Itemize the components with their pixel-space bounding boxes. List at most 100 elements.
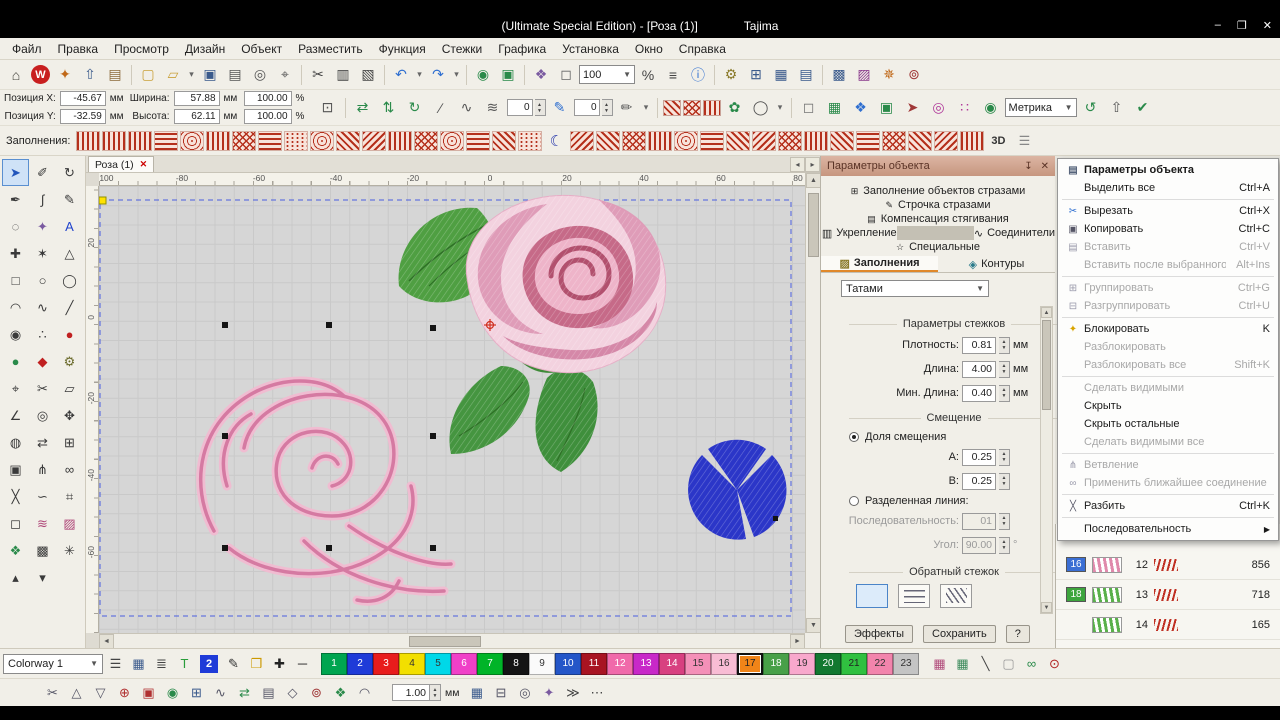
line-tool[interactable]: ╱ — [56, 294, 83, 321]
context-menu-item-2[interactable]: Выделить все Ctrl+A — [1058, 179, 1278, 197]
context-menu-item-12[interactable]: Сделать видимыми — [1058, 379, 1278, 397]
context-menu-item-1[interactable]: ▤ Параметры объекта — [1058, 161, 1278, 179]
context-menu-item-4[interactable]: ▣ Копировать Ctrl+C — [1058, 220, 1278, 238]
color-cycle-icon[interactable]: ∞ — [1021, 653, 1042, 674]
spiral-tool[interactable]: ◉ — [2, 321, 29, 348]
export-machine-icon[interactable]: ⇧ — [1105, 96, 1129, 120]
slice-tool[interactable]: ╳ — [2, 483, 29, 510]
save-icon[interactable]: ▣ — [198, 63, 222, 87]
sequence-row[interactable]: 14 165 — [1056, 610, 1280, 640]
offset-b-spinner[interactable] — [999, 472, 1010, 490]
no-color-icon[interactable]: ╲ — [975, 653, 996, 674]
panel-scroll-up-icon[interactable]: ▲ — [1041, 307, 1052, 318]
color-swatch-19[interactable]: 19 — [789, 652, 815, 675]
fill-pattern-3[interactable] — [128, 130, 153, 151]
color-swatch-11[interactable]: 11 — [581, 652, 607, 675]
lock-ratio-icon[interactable]: ⊡ — [316, 96, 340, 120]
context-menu-item-9[interactable]: ✦ Блокировать K — [1058, 320, 1278, 338]
angle-input[interactable]: 90.00 — [962, 536, 996, 554]
fill-pattern-14[interactable] — [414, 130, 439, 151]
menu-item-6[interactable]: Разместить — [290, 40, 371, 58]
close-button[interactable]: ✕ — [1263, 19, 1272, 32]
color-swatch-4[interactable]: 4 — [399, 652, 425, 675]
mannequin-icon[interactable]: ❖ — [529, 63, 553, 87]
shape-menu-icon[interactable]: ▾ — [641, 96, 652, 120]
color-swatch-20[interactable]: 20 — [815, 652, 841, 675]
menu-item-7[interactable]: Функция — [371, 40, 434, 58]
fill-menu-icon[interactable]: ☰ — [1012, 131, 1036, 151]
fill-pattern-1[interactable] — [76, 130, 101, 151]
grid-toggle-icon[interactable]: ⊞ — [186, 682, 207, 703]
density-input[interactable]: 0.81 — [962, 336, 996, 354]
order-up-tool[interactable]: ▴ — [2, 564, 29, 591]
shapes-tool[interactable]: ✚ — [2, 240, 29, 267]
panel-scrollbar[interactable]: ▲ ▼ — [1040, 306, 1053, 614]
jump-tool[interactable]: ● — [56, 321, 83, 348]
panel-scroll-thumb[interactable] — [1042, 320, 1051, 410]
menu-item-10[interactable]: Установка — [554, 40, 627, 58]
grid-view-icon[interactable]: ▦ — [769, 63, 793, 87]
color-pen-icon[interactable]: ✎ — [223, 653, 244, 674]
fill-pattern-30[interactable] — [856, 130, 881, 151]
fill-pattern-6[interactable] — [206, 130, 231, 151]
tab-fills[interactable]: ▨ Заполнения — [821, 256, 938, 272]
order-down-tool[interactable]: ▾ — [29, 564, 56, 591]
min-length-input[interactable]: 0.40 — [962, 384, 996, 402]
density-spinner[interactable] — [999, 336, 1010, 354]
menu-item-1[interactable]: Файл — [4, 40, 50, 58]
angle-spinner[interactable] — [999, 536, 1010, 554]
fill-tool[interactable]: ▨ — [56, 510, 83, 537]
fill-pattern-21[interactable] — [622, 130, 647, 151]
node-select-tool[interactable]: ✐ — [29, 159, 56, 186]
freehand-tool[interactable]: ✎ — [56, 186, 83, 213]
sequence-row[interactable]: 18 13 718 — [1056, 580, 1280, 610]
needle-down-icon[interactable]: ▽ — [90, 682, 111, 703]
density-map-icon[interactable]: ❖ — [849, 96, 873, 120]
slant-icon[interactable]: ∕ — [429, 96, 453, 120]
menu-item-11[interactable]: Окно — [627, 40, 671, 58]
eyedropper-tool[interactable]: ◍ — [2, 429, 29, 456]
open-recent-icon[interactable]: ▾ — [186, 63, 197, 87]
color-swatch-9[interactable]: 9 — [529, 652, 555, 675]
fill-pattern-22[interactable] — [648, 130, 673, 151]
new-design-icon[interactable]: ▢ — [136, 63, 160, 87]
context-menu-item-17[interactable]: ∞ Применить ближайшее соединение — [1058, 474, 1278, 492]
color-swatch-1[interactable]: 1 — [321, 652, 347, 675]
fill-pattern-12[interactable] — [362, 130, 387, 151]
context-menu-item-5[interactable]: ▤ Вставить Ctrl+V — [1058, 238, 1278, 256]
height-pct-input[interactable]: 100.00 — [243, 109, 292, 124]
skew-angle-input[interactable]: 0 — [573, 99, 600, 116]
anchor-tool[interactable]: ⌖ — [2, 375, 29, 402]
thread-chart2-icon[interactable]: ▦ — [952, 653, 973, 674]
backstitch-option-1[interactable] — [856, 584, 888, 608]
sequence-view-icon[interactable]: ⊞ — [744, 63, 768, 87]
palette-grid-icon[interactable]: ▦ — [128, 653, 149, 674]
globe-units-icon[interactable]: ◉ — [979, 96, 1003, 120]
lasso-tool[interactable]: ◌ — [2, 213, 29, 240]
context-menu-item-14[interactable]: Скрыть остальные — [1058, 415, 1278, 433]
fill-pattern-9[interactable] — [284, 130, 309, 151]
start-point-icon[interactable]: ⊕ — [114, 682, 135, 703]
motif-icon[interactable]: ▨ — [852, 63, 876, 87]
fill-pattern-20[interactable] — [596, 130, 621, 151]
trim-icon[interactable]: ✂ — [42, 682, 63, 703]
maximize-button[interactable]: ❐ — [1237, 19, 1247, 32]
color-swatch-3[interactable]: 3 — [373, 652, 399, 675]
color-swatch-23[interactable]: 23 — [893, 652, 919, 675]
fill-pattern-32[interactable] — [908, 130, 933, 151]
remove-color-icon[interactable]: ─ — [292, 653, 313, 674]
document-tab[interactable]: Роза (1) ✕ — [88, 156, 155, 172]
mirror-tool[interactable]: ⇄ — [29, 429, 56, 456]
active-needle-badge[interactable]: 2 — [200, 654, 218, 673]
context-menu-item-15[interactable]: Сделать видимыми все — [1058, 433, 1278, 451]
skew-angle-input-spinner[interactable] — [601, 99, 613, 116]
stitch-length-spinner[interactable] — [430, 684, 441, 701]
sequence-input[interactable]: 01 — [962, 512, 996, 530]
design-check-icon[interactable]: ✔ — [1131, 96, 1155, 120]
thread-chart-icon[interactable]: ▦ — [929, 653, 950, 674]
scroll-down-icon[interactable]: ▼ — [806, 618, 821, 633]
rotate-angle-input-spinner[interactable] — [534, 99, 546, 116]
color-swatch-7[interactable]: 7 — [477, 652, 503, 675]
bezier-tool[interactable]: ∫ — [29, 186, 56, 213]
color-swatch-14[interactable]: 14 — [659, 652, 685, 675]
